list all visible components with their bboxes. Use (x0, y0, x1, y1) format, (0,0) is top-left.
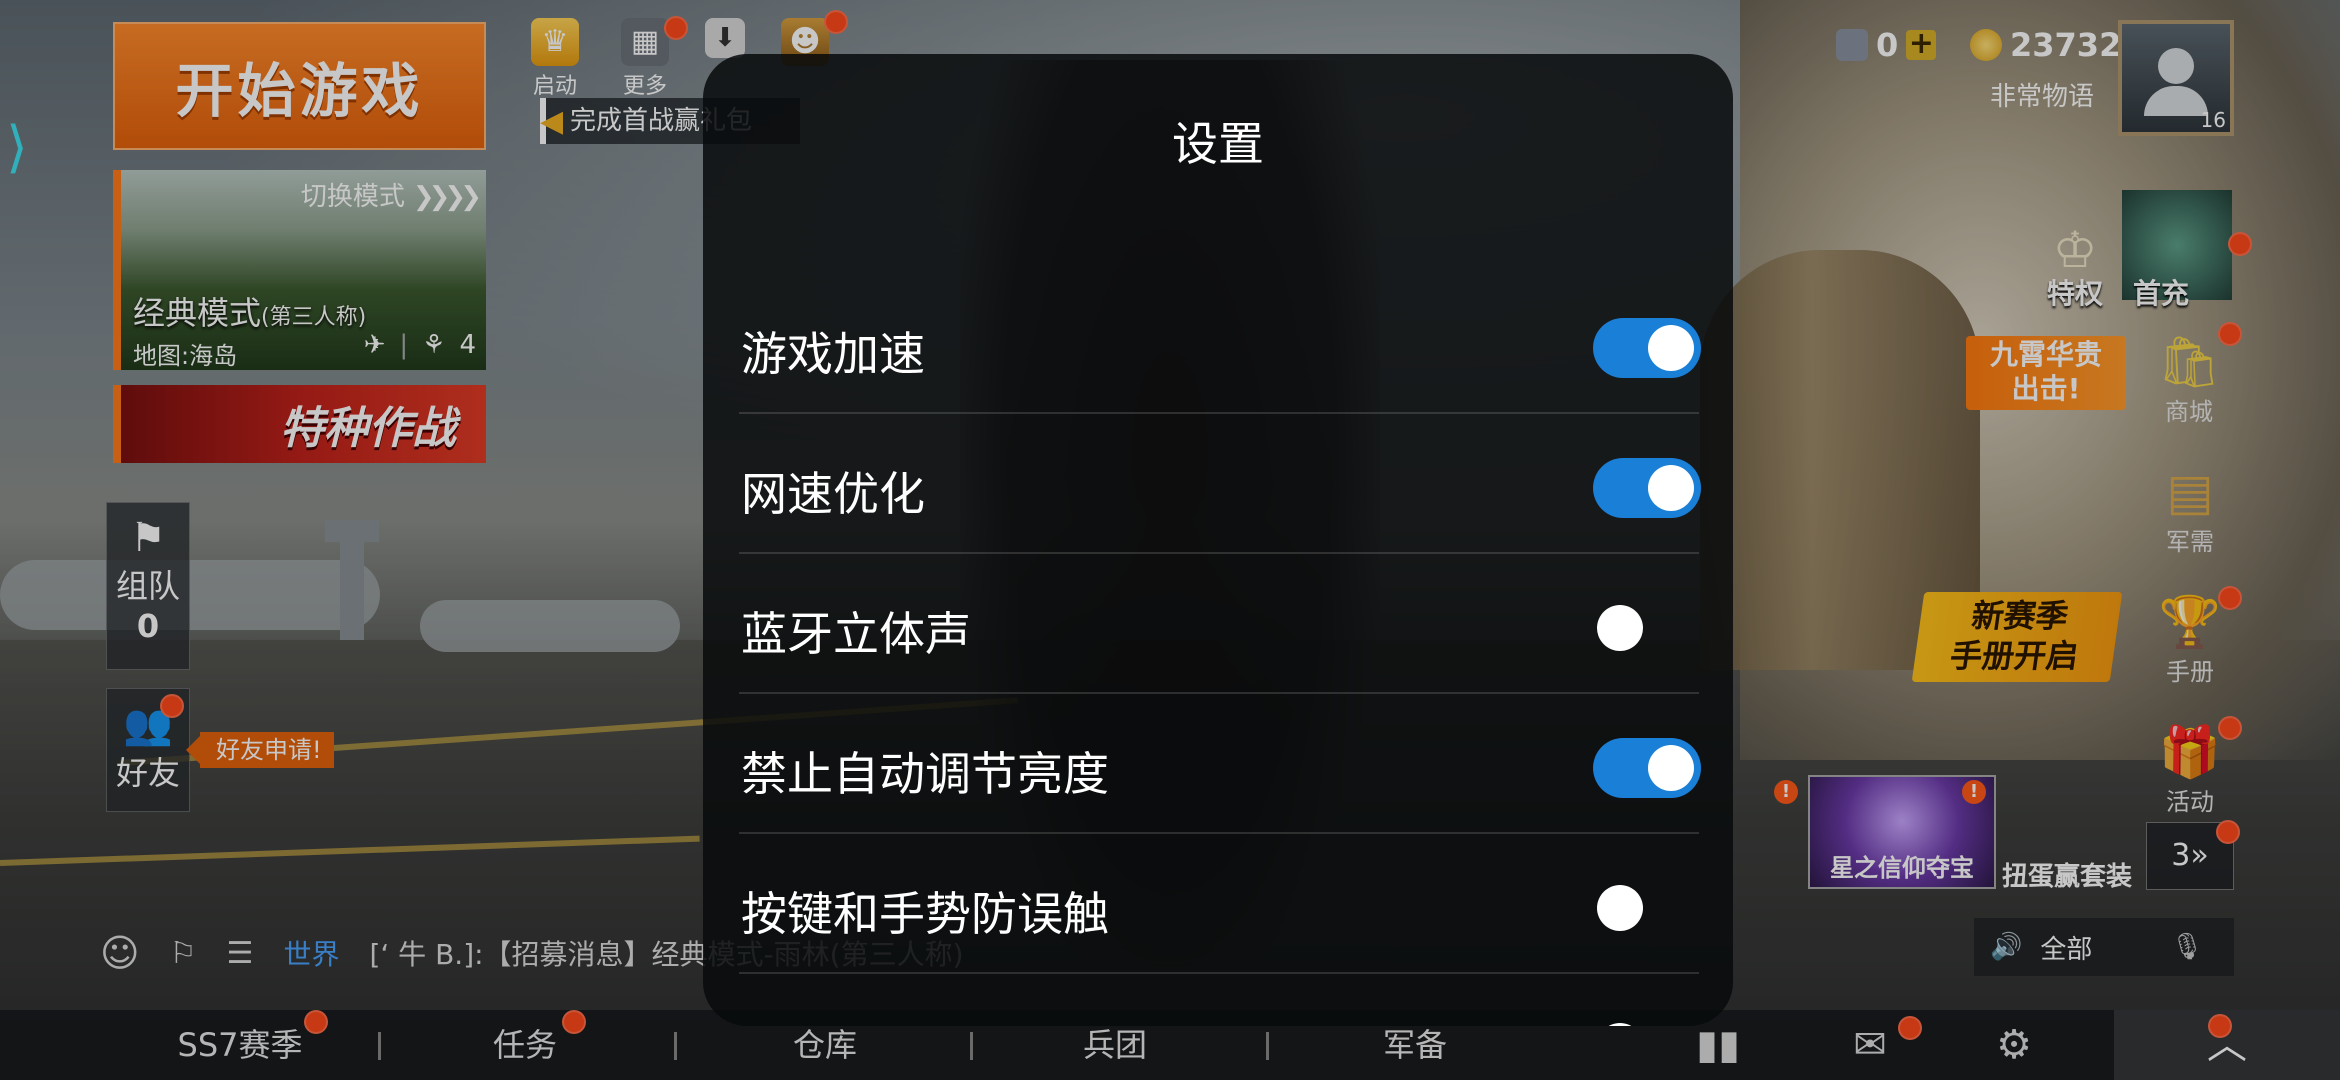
toggle-knob (1648, 745, 1694, 791)
setting-row[interactable]: 蓝牙立体声 (739, 554, 1699, 694)
setting-label: 网速优化 (741, 467, 925, 521)
disable-auto-brightness-toggle[interactable] (1593, 738, 1701, 798)
settings-title: 设置 (1172, 117, 1264, 171)
touch-protection-toggle[interactable] (1593, 878, 1701, 938)
setting-label: 按键和手势防误触 (741, 887, 1109, 941)
setting-label: 蓝牙立体声 (741, 607, 971, 661)
toggle-knob (1648, 325, 1694, 371)
toggle-knob (1597, 885, 1643, 931)
function-protection-toggle[interactable] (1593, 1016, 1701, 1026)
toggle-knob (1648, 465, 1694, 511)
setting-row[interactable]: 网速优化 (739, 414, 1701, 554)
game-acceleration-toggle[interactable] (1593, 318, 1701, 378)
setting-label: 游戏加速 (741, 327, 925, 381)
setting-label: 功能防误触 (741, 1014, 971, 1026)
setting-row[interactable]: 游戏加速 (739, 274, 1701, 414)
bluetooth-stereo-toggle[interactable] (1593, 598, 1701, 658)
settings-modal: 设置 游戏加速 网速优化 蓝牙立体声 禁止自动调节亮度 按键和手势防误触 功能防… (703, 54, 1733, 1026)
setting-row[interactable]: 功能防误触 (739, 974, 1699, 1026)
setting-row[interactable]: 禁止自动调节亮度 (739, 694, 1701, 834)
toggle-knob (1597, 1023, 1643, 1026)
setting-row[interactable]: 按键和手势防误触 (739, 834, 1699, 974)
setting-label: 禁止自动调节亮度 (741, 747, 1109, 801)
toggle-knob (1597, 605, 1643, 651)
network-optimization-toggle[interactable] (1593, 458, 1701, 518)
